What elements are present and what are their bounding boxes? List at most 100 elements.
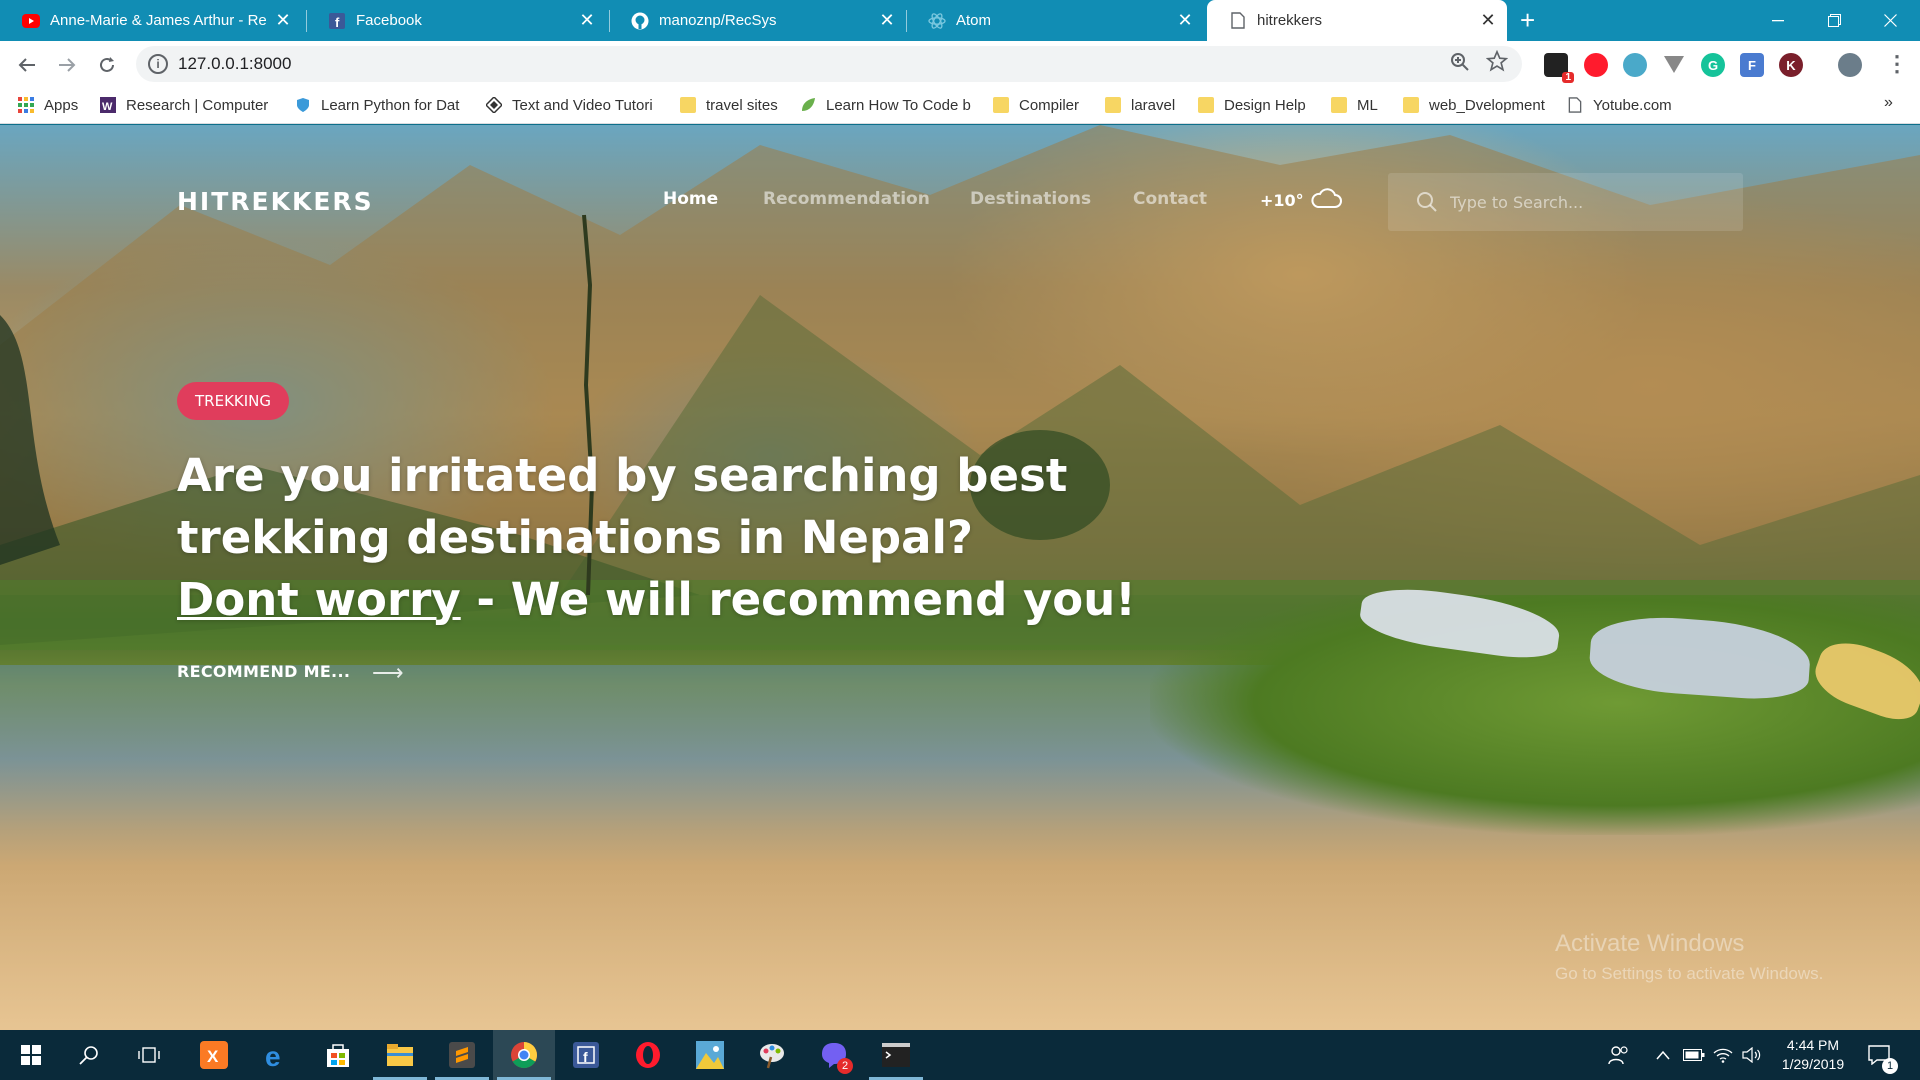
tab-facebook[interactable]: f Facebook ✕ xyxy=(306,0,606,41)
diamond-icon xyxy=(486,97,502,113)
nav-contact[interactable]: Contact xyxy=(1133,189,1207,209)
close-icon[interactable]: ✕ xyxy=(574,10,600,31)
page-icon xyxy=(1568,97,1582,113)
start-button[interactable] xyxy=(0,1030,62,1080)
minimize-button[interactable] xyxy=(1750,0,1806,41)
bookmark-folder-laravel[interactable]: laravel xyxy=(1105,88,1175,122)
site-search[interactable] xyxy=(1388,173,1743,231)
bookmark-folder-design-help[interactable]: Design Help xyxy=(1198,88,1306,122)
nav-home[interactable]: Home xyxy=(663,189,718,209)
bookmark-learn-code[interactable]: Learn How To Code b xyxy=(800,88,972,122)
nav-recommendation[interactable]: Recommendation xyxy=(763,189,930,209)
taskbar-facebook[interactable]: f xyxy=(555,1030,617,1080)
vuetools-icon[interactable] xyxy=(1662,53,1686,77)
hero-headline: Are you irritated by searching best trek… xyxy=(177,445,1177,631)
dont-worry-link[interactable]: Dont worry xyxy=(177,573,461,626)
youtube-icon xyxy=(22,12,40,30)
bookmark-youtube[interactable]: Yotube.com xyxy=(1567,88,1672,122)
bookmarks-overflow-icon[interactable]: » xyxy=(1884,94,1893,112)
edge-icon: e xyxy=(265,1041,281,1069)
close-icon[interactable]: ✕ xyxy=(874,10,900,31)
opera-vpn-icon[interactable] xyxy=(1584,53,1608,77)
volume-icon[interactable] xyxy=(1742,1030,1762,1080)
taskbar-viber[interactable]: 2 xyxy=(803,1030,865,1080)
window-close-button[interactable] xyxy=(1862,0,1918,41)
browser-toolbar: i 127.0.0.1:8000 1 G F K ⋮ xyxy=(0,41,1920,88)
tab-github[interactable]: manoznp/RecSys ✕ xyxy=(609,0,906,41)
tab-atom[interactable]: Atom ✕ xyxy=(906,0,1204,41)
close-icon[interactable]: ✕ xyxy=(1172,10,1198,31)
hero-section: HITREKKERS Home Recommendation Destinati… xyxy=(0,125,1920,1030)
shield-icon xyxy=(297,98,309,112)
new-tab-button[interactable]: + xyxy=(1520,6,1535,34)
taskbar-sublime[interactable] xyxy=(431,1030,493,1080)
taskbar-edge[interactable]: e xyxy=(245,1030,307,1080)
site-info-icon[interactable]: i xyxy=(148,54,168,74)
bookmark-folder-compiler[interactable]: Compiler xyxy=(993,88,1079,122)
taskbar-opera[interactable] xyxy=(617,1030,679,1080)
taskbar-chrome[interactable] xyxy=(493,1030,555,1080)
activate-windows-title: Activate Windows xyxy=(1555,930,1745,957)
bookmark-label: Learn How To Code b xyxy=(826,96,971,114)
nav-destinations[interactable]: Destinations xyxy=(970,189,1091,209)
bookmark-star-icon[interactable] xyxy=(1485,49,1509,78)
site-logo[interactable]: HITREKKERS xyxy=(177,187,374,216)
close-icon[interactable]: ✕ xyxy=(1475,10,1501,31)
battery-icon[interactable] xyxy=(1683,1030,1705,1080)
k-extension-icon[interactable]: K xyxy=(1779,53,1803,77)
category-badge[interactable]: TREKKING xyxy=(177,382,290,420)
taskbar-terminal[interactable] xyxy=(865,1030,927,1080)
taskbar-paint[interactable] xyxy=(741,1030,803,1080)
bookmark-folder-ml[interactable]: ML xyxy=(1331,88,1378,122)
task-view-button[interactable] xyxy=(118,1030,180,1080)
bookmark-label: travel sites xyxy=(706,96,778,114)
extension-icon-dark[interactable]: 1 xyxy=(1544,53,1574,83)
system-clock[interactable]: 4:44 PM 1/29/2019 xyxy=(1768,1036,1858,1074)
action-center-icon[interactable]: 1 xyxy=(1868,1030,1898,1080)
forward-button[interactable] xyxy=(52,50,82,80)
restore-button[interactable] xyxy=(1806,0,1862,41)
globe-extension-icon[interactable] xyxy=(1623,53,1647,77)
tab-title: manoznp/RecSys xyxy=(659,12,777,29)
taskbar-file-explorer[interactable] xyxy=(369,1030,431,1080)
bookmark-folder-travel[interactable]: travel sites xyxy=(680,88,778,122)
grammarly-icon[interactable]: G xyxy=(1701,53,1725,77)
taskbar-xampp[interactable]: X xyxy=(183,1030,245,1080)
search-input[interactable] xyxy=(1450,187,1720,217)
people-icon[interactable] xyxy=(1608,1030,1630,1080)
search-icon xyxy=(1417,192,1437,212)
show-hidden-icons-chevron-up-icon[interactable] xyxy=(1656,1030,1670,1080)
paint-icon xyxy=(760,1044,784,1069)
fl-extension-icon[interactable]: F xyxy=(1740,53,1764,77)
clock-date: 1/29/2019 xyxy=(1781,1056,1845,1072)
zoom-icon[interactable] xyxy=(1450,52,1470,78)
recommend-me-link[interactable]: RECOMMEND ME... xyxy=(177,662,350,681)
profile-avatar[interactable] xyxy=(1838,53,1862,77)
taskbar-search-button[interactable] xyxy=(58,1030,120,1080)
bookmark-research[interactable]: W Research | Computer xyxy=(100,88,268,122)
tab-youtube[interactable]: Anne-Marie & James Arthur - Re ✕ xyxy=(0,0,302,41)
windows-taskbar: X e f 2 4:44 PM 1/29/2019 1 xyxy=(0,1030,1920,1080)
headline-line-1: Are you irritated by searching best xyxy=(177,449,1068,502)
bookmark-label: Text and Video Tutori xyxy=(512,96,653,114)
reload-button[interactable] xyxy=(92,50,122,80)
url-text[interactable]: 127.0.0.1:8000 xyxy=(178,54,291,74)
taskbar-photos[interactable] xyxy=(679,1030,741,1080)
search-icon xyxy=(79,1046,98,1065)
close-icon[interactable]: ✕ xyxy=(270,10,296,31)
bookmark-apps[interactable]: Apps xyxy=(18,88,78,122)
bookmark-learn-python[interactable]: Learn Python for Dat xyxy=(295,88,465,122)
svg-text:e: e xyxy=(265,1041,281,1069)
sublime-icon xyxy=(449,1042,475,1068)
bookmark-folder-web-development[interactable]: web_Dvelopment xyxy=(1403,88,1545,122)
taskbar-store[interactable] xyxy=(307,1030,369,1080)
xampp-icon: X xyxy=(200,1041,228,1069)
wifi-icon[interactable] xyxy=(1713,1030,1733,1080)
bookmark-text-video[interactable]: Text and Video Tutori xyxy=(486,88,658,122)
address-bar[interactable]: i 127.0.0.1:8000 xyxy=(136,46,1522,82)
back-button[interactable] xyxy=(12,50,42,80)
browser-menu-icon[interactable]: ⋮ xyxy=(1886,51,1908,77)
extension-badge: 1 xyxy=(1562,72,1574,83)
tab-hitrekkers[interactable]: hitrekkers ✕ xyxy=(1207,0,1507,41)
arrow-right-icon[interactable]: ⟶ xyxy=(372,662,404,684)
